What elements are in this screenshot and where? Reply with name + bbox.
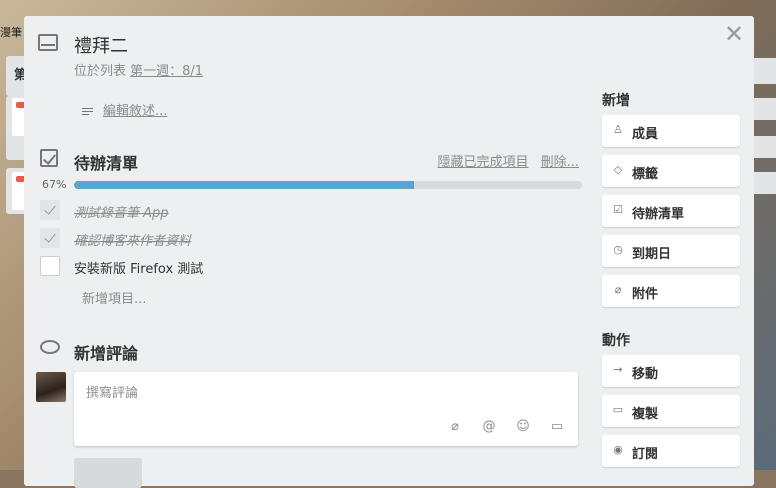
button-label: 附件 — [632, 287, 659, 302]
comment-title: 新增評論 — [74, 344, 139, 363]
card-icon[interactable]: ▭ — [550, 419, 564, 434]
subscribe-button[interactable]: ◉ 訂閱 — [602, 435, 740, 467]
card-detail-modal: ✕ 禮拜二 位於列表 第一週：8/1 編輯敘述... 待辦清單 隱藏已完成項目 … — [24, 16, 754, 488]
delete-checklist-link[interactable]: 刪除... — [541, 155, 579, 170]
board-list-right — [754, 172, 776, 194]
checklist-checkbox[interactable] — [40, 228, 60, 248]
actions-heading: 動作 — [602, 333, 630, 349]
button-label: 到期日 — [632, 247, 672, 262]
tag-icon: ◇ — [613, 163, 623, 176]
person-icon: ♙ — [613, 123, 623, 136]
board-list-right — [754, 98, 776, 120]
checklist-item: 安裝新版 Firefox 測試 — [40, 256, 580, 278]
progress-bar-fill — [74, 181, 415, 189]
card-icon: ▭ — [612, 403, 624, 416]
board-text-fragment: 漫筆 — [0, 26, 22, 39]
checklist-item-text[interactable]: 測試錄音筆 App — [74, 202, 169, 221]
in-list-prefix: 位於列表 — [74, 64, 127, 79]
description-icon — [82, 106, 93, 117]
card-list-info: 位於列表 第一週：8/1 — [74, 60, 203, 79]
eye-icon: ◉ — [613, 443, 623, 456]
add-checklist-button[interactable]: ☑ 待辦清單 — [602, 195, 740, 227]
checklist-title[interactable]: 待辦清單 — [74, 150, 138, 174]
save-comment-button[interactable] — [74, 458, 142, 488]
checklist-actions: 隱藏已完成項目 刪除... — [429, 151, 579, 170]
list-name-link[interactable]: 第一週：8/1 — [130, 64, 203, 79]
checklist-icon: ☑ — [613, 203, 623, 216]
checklist-item: 確認博客來作者資料 — [40, 228, 580, 250]
edit-description-label: 編輯敘述... — [103, 104, 168, 119]
button-label: 訂閱 — [632, 447, 659, 462]
card-icon — [38, 34, 58, 51]
comment-input[interactable]: 撰寫評論 ⌀ @ ☺ ▭ — [74, 372, 578, 446]
progress-percent: 67% — [42, 178, 67, 191]
add-due-date-button[interactable]: ◷ 到期日 — [602, 235, 740, 267]
board-list-right — [754, 136, 776, 158]
add-heading: 新增 — [602, 93, 630, 109]
clock-icon: ◷ — [613, 243, 623, 256]
paperclip-icon: ⌀ — [614, 283, 622, 296]
button-label: 移動 — [632, 367, 659, 382]
avatar[interactable] — [36, 372, 66, 402]
button-label: 標籤 — [632, 167, 659, 182]
paperclip-icon[interactable]: ⌀ — [448, 419, 462, 434]
button-label: 待辦清單 — [632, 207, 685, 222]
checklist-item-text[interactable]: 安裝新版 Firefox 測試 — [74, 258, 203, 277]
move-button[interactable]: → 移動 — [602, 355, 740, 387]
comment-tools: ⌀ @ ☺ ▭ — [448, 419, 564, 434]
checklist-icon — [40, 149, 58, 167]
arrow-right-icon: → — [613, 363, 623, 376]
progress-bar — [74, 181, 582, 189]
comment-icon — [40, 340, 60, 354]
checklist-checkbox[interactable] — [40, 200, 60, 220]
hide-completed-link[interactable]: 隱藏已完成項目 — [437, 155, 528, 170]
button-label: 複製 — [632, 407, 659, 422]
checklist-checkbox[interactable] — [40, 256, 60, 276]
edit-description-link[interactable]: 編輯敘述... — [82, 100, 167, 119]
checklist-item-text[interactable]: 確認博客來作者資料 — [74, 230, 191, 249]
add-checklist-item[interactable]: 新增項目... — [82, 288, 146, 307]
emoji-icon[interactable]: ☺ — [516, 419, 530, 434]
copy-button[interactable]: ▭ 複製 — [602, 395, 740, 427]
mention-icon[interactable]: @ — [482, 419, 496, 434]
add-member-button[interactable]: ♙ 成員 — [602, 115, 740, 147]
card-title[interactable]: 禮拜二 — [74, 32, 128, 58]
close-icon[interactable]: ✕ — [722, 22, 746, 46]
button-label: 成員 — [632, 127, 659, 142]
checklist-item: 測試錄音筆 App — [40, 200, 580, 222]
add-label-button[interactable]: ◇ 標籤 — [602, 155, 740, 187]
comment-placeholder: 撰寫評論 — [86, 386, 139, 401]
board-list-right — [754, 58, 776, 84]
add-attachment-button[interactable]: ⌀ 附件 — [602, 275, 740, 307]
